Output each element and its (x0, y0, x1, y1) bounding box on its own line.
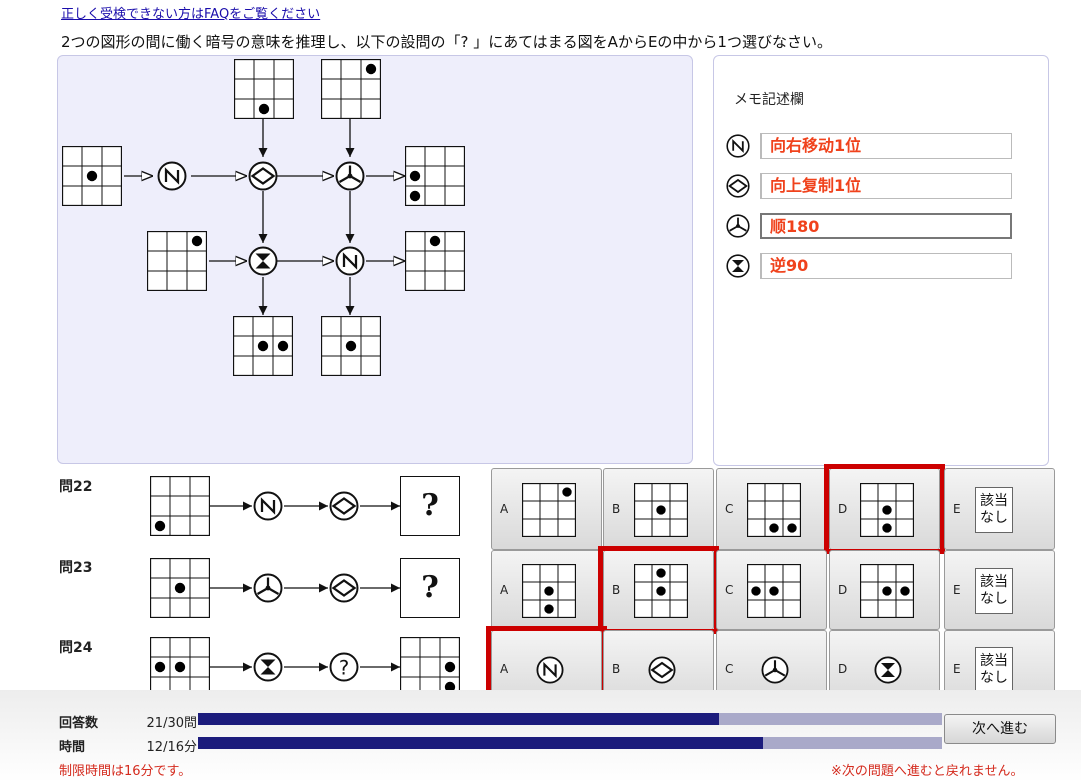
question-label: 問23 (59, 560, 93, 576)
diagram-grid (233, 316, 293, 376)
option-grid (747, 564, 801, 618)
diagram-grid (321, 59, 381, 119)
y-symbol-icon (253, 573, 283, 603)
option-letter: D (838, 583, 848, 597)
question-sequence: ? (149, 474, 470, 538)
question-label: 問24 (59, 640, 93, 656)
memo-row: 逆90 (726, 253, 1016, 279)
faq-link[interactable]: 正しく受検できない方はFAQをご覧ください (61, 3, 320, 22)
option-none-text: 該当なし (975, 647, 1013, 693)
diamond-symbol-icon (648, 656, 676, 684)
n-symbol-icon (536, 656, 564, 684)
option-letter: E (953, 583, 961, 597)
answer-option-e[interactable]: E 該当なし (944, 468, 1055, 550)
time-label: 時間 (59, 740, 86, 755)
option-grid (522, 483, 576, 537)
answer-option-d[interactable]: D (829, 550, 940, 630)
time-progress-bar (198, 737, 942, 749)
question-sequence: ? (149, 556, 470, 620)
memo-input[interactable]: 向上复制1位 (760, 173, 1012, 199)
next-button[interactable]: 次へ進む (944, 714, 1056, 744)
example-diagram-panel (57, 55, 693, 464)
answer-grid (399, 636, 461, 698)
option-letter: A (500, 502, 509, 516)
y-symbol-icon (335, 161, 365, 191)
answer-option-c[interactable]: C (716, 550, 827, 630)
answered-label: 回答数 (59, 716, 99, 731)
question-instruction: 2つの図形の間に働く暗号の意味を推理し、以下の設問の「? 」にあてはまる図をAか… (61, 33, 832, 51)
question-symbol-icon: ? (329, 652, 359, 682)
n-symbol-icon (157, 161, 187, 191)
diagram-grid (62, 146, 122, 206)
option-letter: B (612, 583, 621, 597)
option-grid (860, 483, 914, 537)
answer-option-c[interactable]: C (716, 468, 827, 550)
option-grid (860, 564, 914, 618)
n-symbol-icon (253, 491, 283, 521)
no-return-warning: ※次の問題へ進むと戻れません。 (831, 764, 1024, 779)
option-grid (634, 483, 688, 537)
option-letter: E (953, 662, 961, 676)
example-diagram (62, 59, 465, 376)
diagram-grid (405, 146, 465, 206)
diagram-grid (405, 231, 465, 291)
answer-option-e[interactable]: E 該当なし (944, 550, 1055, 630)
n-symbol-icon (335, 246, 365, 276)
answered-progress-bar (198, 713, 942, 725)
option-letter: A (500, 583, 509, 597)
diamond-symbol-icon (329, 573, 359, 603)
hourglass-symbol-icon (726, 254, 750, 278)
option-letter: B (612, 662, 621, 676)
option-letter: D (838, 662, 848, 676)
option-letter: C (725, 662, 734, 676)
answer-option-b[interactable]: B (603, 550, 714, 630)
answer-option-d[interactable]: D (829, 468, 940, 550)
question-label: 問22 (59, 479, 93, 495)
option-none-text: 該当なし (975, 487, 1013, 533)
hourglass-symbol-icon (253, 652, 283, 682)
n-symbol-icon (726, 134, 750, 158)
y-symbol-icon (761, 656, 789, 684)
diamond-symbol-icon (248, 161, 278, 191)
answer-option-a[interactable]: A (491, 550, 602, 630)
unknown-answer-box: ? (400, 476, 460, 536)
memo-input[interactable]: 顺180 (760, 213, 1012, 239)
answered-count: 21/30問 (146, 716, 197, 731)
answer-option-b[interactable]: B (603, 468, 714, 550)
option-letter: E (953, 502, 961, 516)
diagram-grid (321, 316, 381, 376)
option-none-text: 該当なし (975, 568, 1013, 614)
memo-row: 向右移动1位 (726, 133, 1016, 159)
memo-row: 顺180 (726, 213, 1016, 239)
diagram-grid (147, 231, 207, 291)
answer-option-a[interactable]: A (491, 468, 602, 550)
diamond-symbol-icon (329, 491, 359, 521)
diamond-symbol-icon (726, 174, 750, 198)
hourglass-symbol-icon (248, 246, 278, 276)
memo-title: メモ記述欄 (734, 92, 804, 108)
memo-input[interactable]: 逆90 (760, 253, 1012, 279)
svg-text:?: ? (339, 657, 349, 680)
time-limit-note: 制限時間は16分です。 (59, 764, 192, 779)
memo-row: 向上复制1位 (726, 173, 1016, 199)
diagram-grid (234, 59, 294, 119)
option-letter: C (725, 583, 734, 597)
option-grid (634, 564, 688, 618)
option-letter: A (500, 662, 509, 676)
option-grid (747, 483, 801, 537)
unknown-answer-box: ? (400, 558, 460, 618)
time-count: 12/16分 (146, 740, 197, 755)
option-letter: C (725, 502, 734, 516)
memo-input[interactable]: 向右移动1位 (760, 133, 1012, 159)
y-symbol-icon (726, 214, 750, 238)
option-letter: B (612, 502, 621, 516)
hourglass-symbol-icon (874, 656, 902, 684)
option-grid (522, 564, 576, 618)
option-letter: D (838, 502, 848, 516)
